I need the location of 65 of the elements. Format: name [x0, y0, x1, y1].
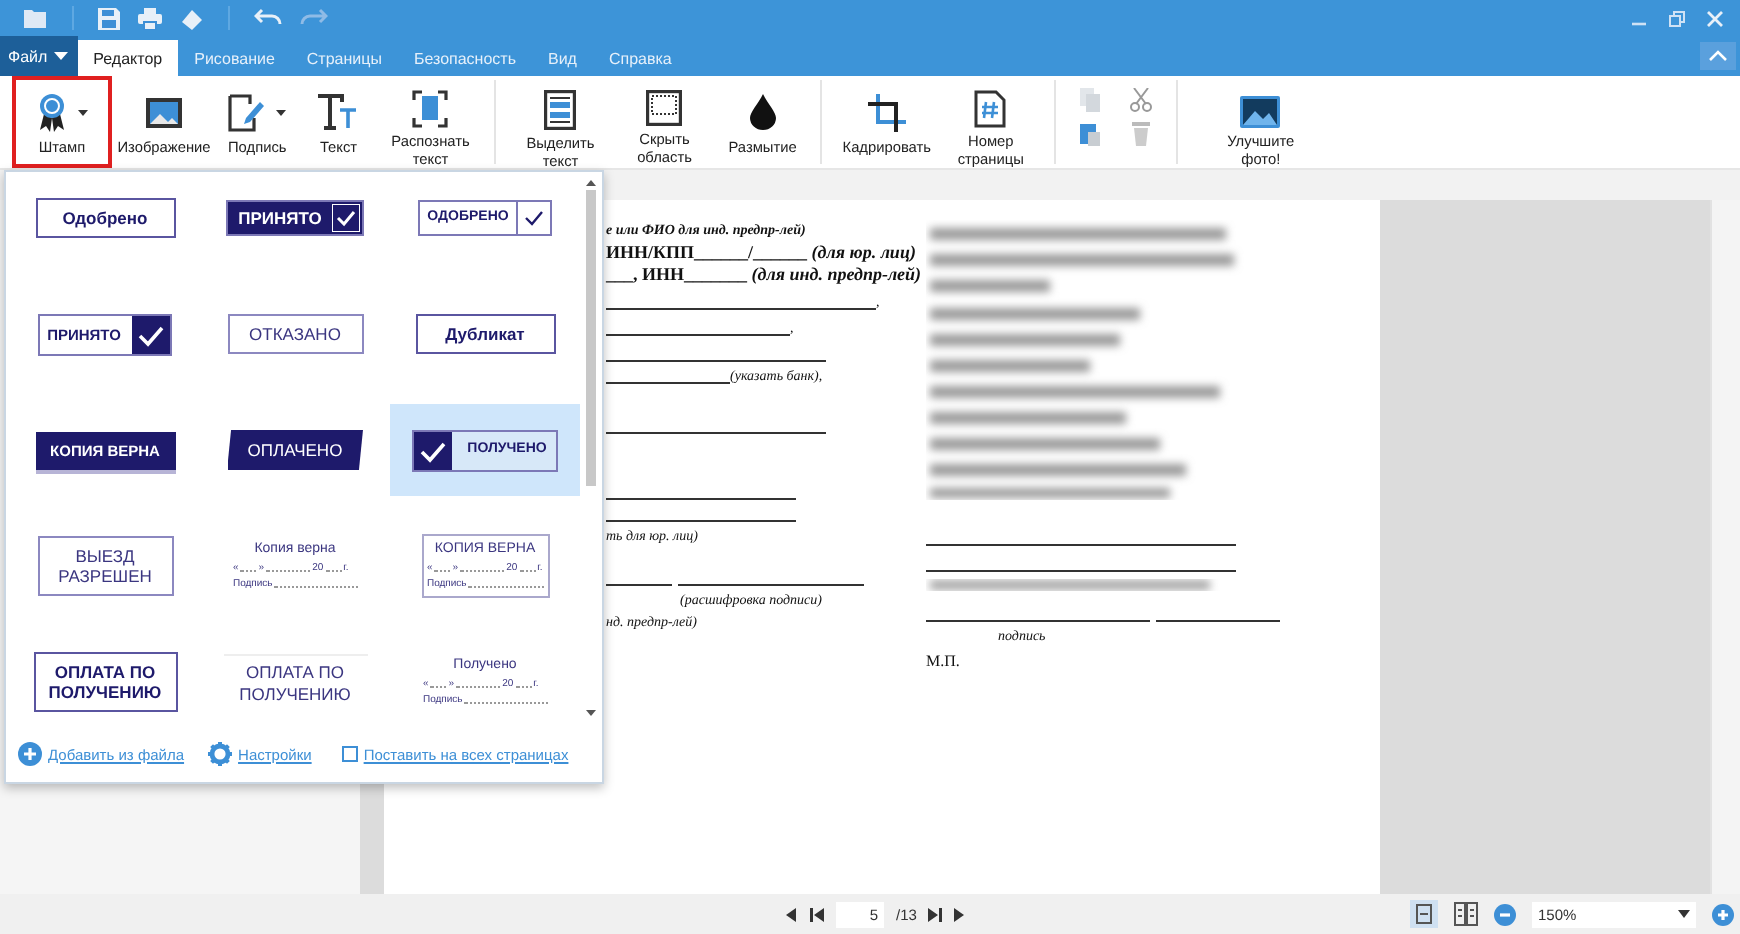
checkbox[interactable] — [341, 746, 358, 762]
stamp-option[interactable]: ОТКАЗАНО — [200, 288, 390, 380]
stamp-option[interactable]: Дубликат — [390, 288, 580, 380]
crop-icon — [867, 93, 906, 131]
award-ribbon-icon — [37, 92, 65, 132]
settings-icon — [208, 742, 233, 766]
two-page-view-icon[interactable] — [1454, 902, 1478, 926]
dropdown-caret-icon[interactable] — [77, 109, 87, 115]
paste-icon[interactable] — [1080, 122, 1103, 146]
add-icon — [18, 742, 42, 766]
landscape-photo-icon — [1240, 96, 1281, 128]
stamp-option[interactable]: ВЫЕЗД РАЗРЕШЕН — [10, 520, 200, 612]
checkmark-icon — [413, 431, 452, 469]
zoom-in-icon[interactable] — [1712, 903, 1734, 925]
stamp: Дубликат — [415, 313, 555, 355]
vertical-scrollbar[interactable] — [1710, 200, 1740, 894]
stamp: Одобрено — [35, 197, 175, 239]
undo-icon[interactable] — [254, 8, 282, 28]
numbered-page-icon — [974, 90, 1007, 128]
last-page-icon[interactable] — [928, 907, 943, 921]
stamp-option[interactable]: Одобрено — [10, 172, 200, 264]
collapse-ribbon-icon[interactable] — [1700, 42, 1736, 70]
stamp-option[interactable]: ОПЛАТА ПО ПОЛУЧЕНИЮ — [10, 636, 200, 724]
folder-icon[interactable] — [24, 8, 48, 28]
document-text: ИНН/КПП______/______ (для юр. лиц) — [606, 242, 916, 264]
text-format-icon — [318, 94, 359, 130]
ribbon-tab[interactable]: Редактор — [77, 40, 179, 76]
caret-icon — [53, 52, 68, 60]
stamp: ОПЛАЧЕНО — [227, 429, 363, 471]
stamp-option[interactable]: ПРИНЯТО — [200, 172, 390, 264]
stamp: ОПЛАТА ПО ПОЛУЧЕНИЮ — [223, 654, 367, 710]
checkmark-icon — [331, 204, 360, 232]
redo-icon[interactable] — [300, 8, 328, 28]
document-text: ___, ИНН_______ (для инд. предпр-лей) — [606, 264, 922, 286]
next-page-icon[interactable] — [954, 907, 967, 921]
scroll-down-icon[interactable] — [585, 710, 595, 716]
panel-scrollbar[interactable] — [584, 180, 596, 716]
file-menu-button[interactable]: Файл — [0, 36, 78, 76]
stamp-option[interactable]: ОПЛАТА ПО ПОЛУЧЕНИЮ — [200, 636, 390, 724]
zoom-out-icon[interactable] — [1494, 903, 1516, 925]
document-pen-icon — [228, 93, 265, 131]
image-icon — [146, 97, 182, 127]
scan-document-icon — [412, 90, 449, 128]
print-icon[interactable] — [138, 7, 162, 29]
text-lines-icon — [544, 90, 577, 130]
document-text: М.П. — [926, 650, 962, 672]
cut-icon[interactable] — [1130, 88, 1153, 112]
drop-icon — [749, 94, 776, 130]
stamp: ОТКАЗАНО — [227, 313, 363, 355]
stamp: ВЫЕЗД РАЗРЕШЕН — [37, 535, 173, 597]
scroll-up-icon[interactable] — [585, 180, 595, 186]
stamp-text: ПРИНЯТО — [236, 207, 324, 229]
first-page-icon[interactable] — [810, 907, 824, 921]
dropdown-caret-icon[interactable] — [276, 109, 287, 115]
checkmark-icon — [132, 315, 171, 353]
window-frame-icon — [646, 90, 683, 126]
trash-icon[interactable] — [1130, 122, 1153, 146]
stamp-option[interactable]: ОПЛАЧЕНО — [200, 404, 390, 496]
single-page-view-icon[interactable] — [1410, 900, 1438, 928]
caret-icon — [1678, 910, 1690, 918]
restore-icon[interactable] — [1668, 9, 1686, 27]
previous-page-icon[interactable] — [786, 907, 798, 921]
save-icon[interactable] — [98, 7, 120, 29]
stamp: ОПЛАТА ПО ПОЛУЧЕНИЮ — [33, 651, 177, 713]
close-icon[interactable] — [1706, 9, 1724, 27]
